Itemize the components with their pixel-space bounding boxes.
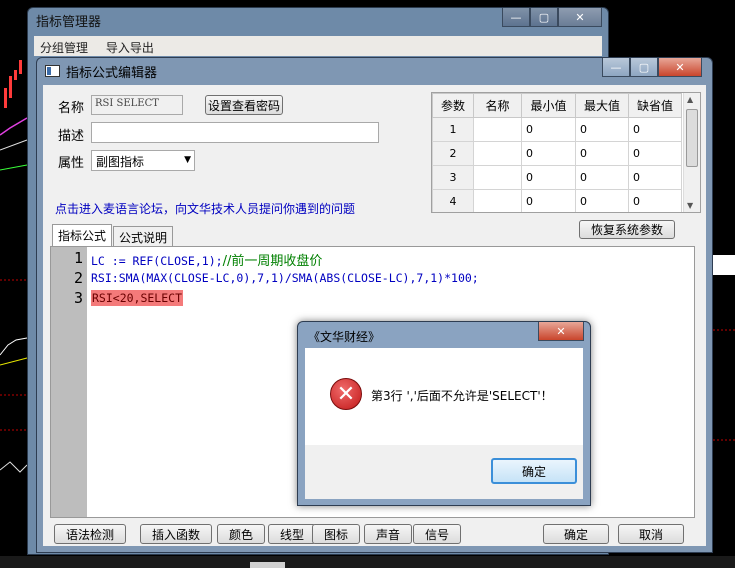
name-field[interactable]: RSI SELECT	[91, 95, 183, 115]
param-max-cell[interactable]: 0	[575, 165, 629, 190]
param-default-cell[interactable]: 0	[628, 141, 682, 166]
error-icon: ✕	[330, 378, 362, 410]
max-col-header: 最大值	[575, 93, 629, 118]
line-type-button[interactable]: 线型	[268, 524, 316, 544]
code-text: RSI:SMA(MAX(CLOSE-LC,0),7,1)/SMA(ABS(CLO…	[91, 271, 479, 285]
maximize-button[interactable]: ▢	[530, 8, 558, 27]
scroll-up-icon[interactable]: ▲	[687, 95, 693, 104]
tab-description[interactable]: 公式说明	[113, 226, 174, 246]
param-name-cell[interactable]	[473, 117, 522, 142]
line-number-gutter: 1 2 3	[51, 247, 87, 517]
param-name-cell[interactable]	[473, 141, 522, 166]
set-password-button[interactable]: 设置查看密码	[205, 95, 283, 115]
menu-bar: 分组管理 导入导出	[34, 36, 602, 56]
attribute-value: 副图指标	[96, 155, 145, 169]
param-max-cell[interactable]: 0	[575, 141, 629, 166]
syntax-check-button[interactable]: 语法检测	[54, 524, 126, 544]
code-line-1: LC := REF(CLOSE,1);//前一周期收盘价	[91, 250, 322, 269]
maximize-button[interactable]: ▢	[630, 58, 658, 77]
name-label: 名称	[58, 101, 85, 116]
param-col-header: 参数	[432, 93, 474, 118]
table-row: 1 0 0 0	[432, 117, 682, 142]
tab-formula[interactable]: 指标公式	[52, 224, 113, 246]
error-message: 第3行 ','后面不允许是'SELECT'！	[371, 389, 553, 403]
dialog-ok-button[interactable]: 确定	[491, 458, 577, 484]
cancel-button[interactable]: 取消	[618, 524, 684, 544]
forum-link[interactable]: 点击进入麦语言论坛，向文华技术人员提问你遇到的问题	[55, 200, 355, 217]
param-min-cell[interactable]: 0	[521, 189, 576, 212]
code-text: LC := REF(CLOSE,1);	[91, 254, 223, 268]
param-name-cell[interactable]	[473, 189, 522, 212]
menu-import-export[interactable]: 导入导出	[106, 41, 154, 55]
param-min-cell[interactable]: 0	[521, 141, 576, 166]
row-index: 3	[432, 165, 474, 190]
minimize-button[interactable]: —	[602, 58, 630, 77]
param-min-cell[interactable]: 0	[521, 117, 576, 142]
restore-params-button[interactable]: 恢复系统参数	[579, 220, 675, 239]
icon-button[interactable]: 图标	[312, 524, 360, 544]
line-number: 2	[73, 269, 83, 287]
formula-editor-caption-buttons: — ▢ ✕	[602, 58, 702, 77]
attr-label: 属性	[58, 156, 85, 171]
param-table: 参数 名称 最小值 最大值 缺省值 1 0 0 0 2 0 0 0 3 0 0 …	[431, 92, 701, 213]
sound-button[interactable]: 声音	[364, 524, 412, 544]
error-dialog: 《文华财经》 ✕ ✕ 第3行 ','后面不允许是'SELECT'！ 确定	[297, 321, 591, 506]
table-row: 4 0 0 0	[432, 189, 682, 212]
close-button[interactable]: ✕	[658, 58, 702, 77]
app-icon	[45, 65, 60, 77]
param-table-header: 参数 名称 最小值 最大值 缺省值	[432, 93, 682, 118]
default-col-header: 缺省值	[628, 93, 682, 118]
row-index: 1	[432, 117, 474, 142]
signal-button[interactable]: 信号	[413, 524, 461, 544]
param-default-cell[interactable]: 0	[628, 189, 682, 212]
param-name-cell[interactable]	[473, 165, 522, 190]
error-dialog-caption: ✕	[538, 322, 584, 341]
attribute-select[interactable]: 副图指标 ▼	[91, 150, 195, 171]
param-default-cell[interactable]: 0	[628, 165, 682, 190]
minimize-button[interactable]: —	[502, 8, 530, 27]
line-number: 1	[73, 249, 83, 267]
error-dialog-body: ✕ 第3行 ','后面不允许是'SELECT'！	[305, 348, 583, 445]
error-dialog-footer: 确定	[305, 445, 583, 499]
ok-button[interactable]: 确定	[543, 524, 609, 544]
param-min-cell[interactable]: 0	[521, 165, 576, 190]
code-text: RSI<20,SELECT	[92, 291, 183, 305]
code-comment: //前一周期收盘价	[222, 254, 323, 269]
color-button[interactable]: 颜色	[217, 524, 265, 544]
row-index: 2	[432, 141, 474, 166]
param-max-cell[interactable]: 0	[575, 189, 629, 212]
description-field[interactable]	[91, 122, 379, 143]
menu-group-manage[interactable]: 分组管理	[40, 41, 88, 55]
name-col-header: 名称	[473, 93, 522, 118]
line-number: 3	[73, 289, 83, 307]
code-line-3-error: RSI<20,SELECT	[91, 290, 184, 306]
insert-function-button[interactable]: 插入函数	[140, 524, 212, 544]
param-default-cell[interactable]: 0	[628, 117, 682, 142]
chevron-down-icon: ▼	[184, 155, 191, 165]
param-table-scrollbar[interactable]: ▲ ▼	[683, 93, 700, 212]
table-row: 2 0 0 0	[432, 141, 682, 166]
indicator-manager-caption-buttons: — ▢ ✕	[502, 8, 602, 27]
desc-label: 描述	[58, 129, 85, 144]
close-button[interactable]: ✕	[538, 322, 584, 341]
scroll-down-icon[interactable]: ▼	[687, 201, 693, 210]
table-row: 3 0 0 0	[432, 165, 682, 190]
row-index: 4	[432, 189, 474, 212]
formula-editor-title: 指标公式编辑器	[66, 65, 158, 81]
param-max-cell[interactable]: 0	[575, 117, 629, 142]
scroll-thumb[interactable]	[686, 109, 698, 167]
close-button[interactable]: ✕	[558, 8, 602, 27]
min-col-header: 最小值	[521, 93, 576, 118]
code-line-2: RSI:SMA(MAX(CLOSE-LC,0),7,1)/SMA(ABS(CLO…	[91, 271, 479, 285]
